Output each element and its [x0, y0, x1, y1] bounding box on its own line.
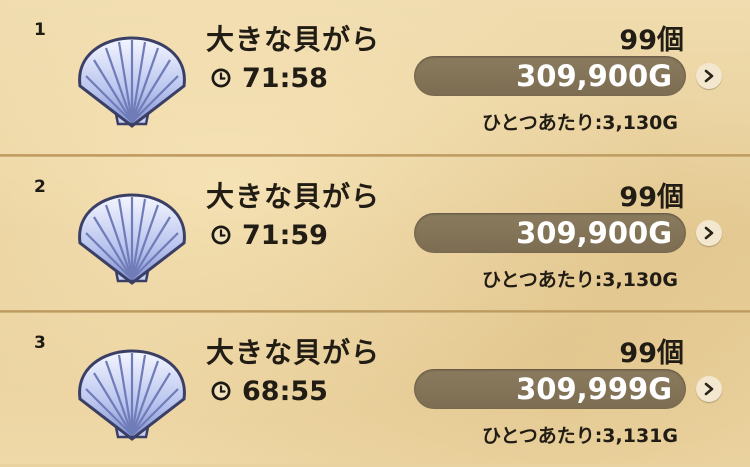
detail-button[interactable] [696, 376, 722, 402]
listing-row[interactable]: 2 大きな貝がら 71:59 99個 309,900G ひとつあたり:3,130… [0, 154, 750, 311]
total-price: 309,999G [516, 372, 672, 406]
time-left-text: 71:59 [242, 219, 328, 251]
quantity: 99個 [619, 182, 684, 213]
scallop-shell-icon [72, 349, 192, 441]
time-remaining: 71:58 [210, 62, 328, 94]
total-price: 309,900G [516, 59, 672, 93]
clock-icon [210, 380, 232, 402]
total-price: 309,900G [516, 216, 672, 250]
listing-row[interactable]: 1 大きな貝がら 71:58 99個 309,900G ひとつあたり:3,130… [0, 0, 750, 154]
time-remaining: 71:59 [210, 219, 328, 251]
unit-price: ひとつあたり:3,130G [482, 269, 678, 291]
rank-number: 1 [34, 20, 46, 40]
price-pill[interactable]: 309,999G [414, 369, 686, 409]
detail-button[interactable] [696, 220, 722, 246]
time-remaining: 68:55 [210, 375, 328, 407]
time-left-text: 71:58 [242, 62, 328, 94]
rank-number: 2 [34, 177, 46, 197]
scallop-shell-icon [72, 193, 192, 285]
auction-listing-list: 1 大きな貝がら 71:58 99個 309,900G ひとつあたり:3,130… [0, 0, 750, 464]
time-left-text: 68:55 [242, 375, 328, 407]
unit-price: ひとつあたり:3,130G [482, 112, 678, 134]
price-pill[interactable]: 309,900G [414, 213, 686, 253]
item-name: 大きな貝がら [206, 336, 381, 369]
quantity: 99個 [619, 25, 684, 56]
item-name: 大きな貝がら [206, 23, 381, 56]
chevron-right-icon [703, 226, 715, 240]
price-pill[interactable]: 309,900G [414, 56, 686, 96]
detail-button[interactable] [696, 63, 722, 89]
quantity: 99個 [619, 338, 684, 369]
unit-price: ひとつあたり:3,131G [482, 425, 678, 447]
item-name: 大きな貝がら [206, 180, 381, 213]
rank-number: 3 [34, 333, 46, 353]
scallop-shell-icon [72, 36, 192, 128]
clock-icon [210, 67, 232, 89]
chevron-right-icon [703, 382, 715, 396]
chevron-right-icon [703, 69, 715, 83]
listing-row[interactable]: 3 大きな貝がら 68:55 99個 309,999G ひとつあたり:3,131… [0, 310, 750, 467]
clock-icon [210, 224, 232, 246]
